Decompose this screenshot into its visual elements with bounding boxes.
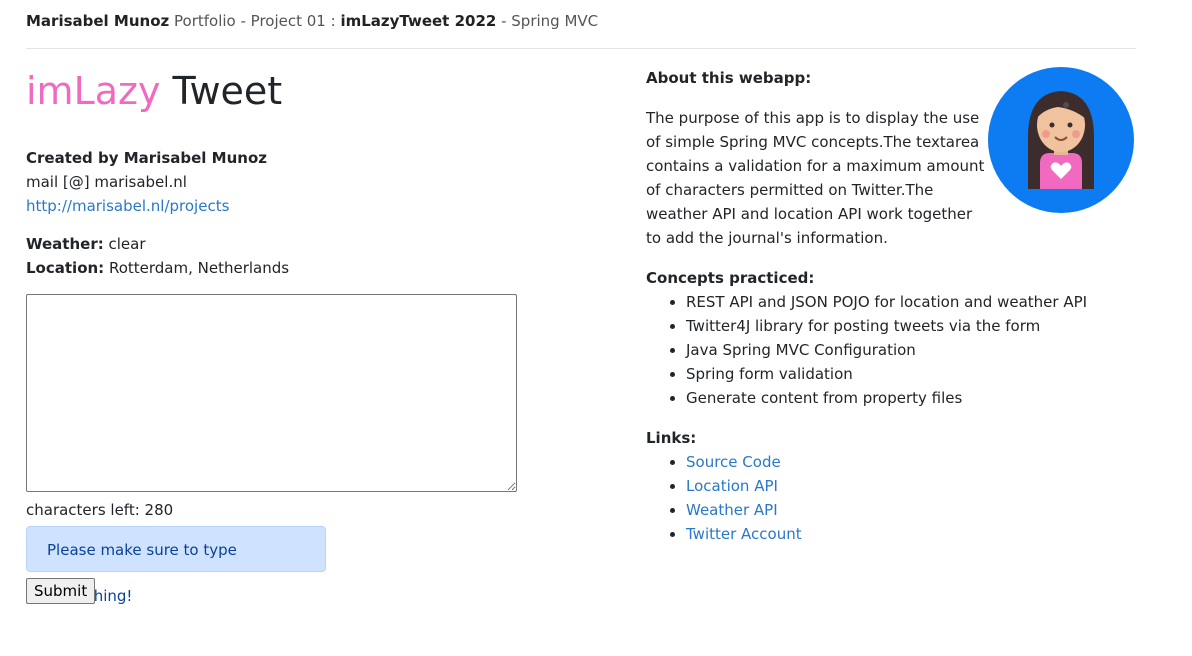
creator-info: Created by Marisabel Munoz mail [@] mari… xyxy=(26,146,586,218)
source-code-link[interactable]: Source Code xyxy=(686,453,781,471)
location-label: Location: xyxy=(26,259,105,277)
link-item-location-api: Location API xyxy=(686,474,1136,498)
list-item: Twitter4J library for posting tweets via… xyxy=(686,314,1136,338)
weather-value: clear xyxy=(103,235,146,253)
title-tweet: Tweet xyxy=(160,69,283,113)
right-column: About this webapp: The purpose of this a… xyxy=(646,66,1136,546)
links-heading: Links: xyxy=(646,429,697,447)
concepts-heading: Concepts practiced: xyxy=(646,269,815,287)
left-column: imLazy Tweet Created by Marisabel Munoz … xyxy=(26,68,586,605)
weather-api-link[interactable]: Weather API xyxy=(686,501,778,519)
projects-link[interactable]: http://marisabel.nl/projects xyxy=(26,197,229,215)
project-name: imLazyTweet 2022 xyxy=(340,12,497,30)
location-value: Rotterdam, Netherlands xyxy=(104,259,290,277)
mail-text: mail [@] marisabel.nl xyxy=(26,173,187,191)
submit-button[interactable]: Submit xyxy=(26,578,96,604)
top-breadcrumb: Marisabel Munoz Portfolio - Project 01 :… xyxy=(26,10,1136,49)
link-item-source-code: Source Code xyxy=(686,450,1136,474)
page: Marisabel Munoz Portfolio - Project 01 :… xyxy=(0,0,1192,656)
concepts-list: REST API and JSON POJO for location and … xyxy=(646,290,1136,410)
page-title: imLazy Tweet xyxy=(26,68,586,114)
author-name: Marisabel Munoz xyxy=(26,12,170,30)
framework-text: - Spring MVC xyxy=(496,12,599,30)
validation-alert: Please make sure to type something! xyxy=(26,526,326,605)
title-imlazy: imLazy xyxy=(26,69,161,113)
link-item-twitter: Twitter Account xyxy=(686,522,1136,546)
list-item: REST API and JSON POJO for location and … xyxy=(686,290,1136,314)
list-item: Spring form validation xyxy=(686,362,1136,386)
location-api-link[interactable]: Location API xyxy=(686,477,778,495)
tweet-textarea[interactable] xyxy=(26,294,517,492)
weather-location-info: Weather: clear Location: Rotterdam, Neth… xyxy=(26,232,586,280)
characters-left: characters left: 280 xyxy=(26,501,174,519)
creator-label: Created by Marisabel Munoz xyxy=(26,149,267,167)
list-item: Generate content from property files xyxy=(686,386,1136,410)
girl-avatar-icon xyxy=(988,67,1134,213)
links-list: Source Code Location API Weather API Twi… xyxy=(646,450,1136,546)
twitter-account-link[interactable]: Twitter Account xyxy=(686,525,802,543)
weather-label: Weather: xyxy=(26,235,104,253)
list-item: Java Spring MVC Configuration xyxy=(686,338,1136,362)
link-item-weather-api: Weather API xyxy=(686,498,1136,522)
portfolio-text: Portfolio - Project 01 : xyxy=(169,12,341,30)
about-text: The purpose of this app is to display th… xyxy=(646,109,985,247)
